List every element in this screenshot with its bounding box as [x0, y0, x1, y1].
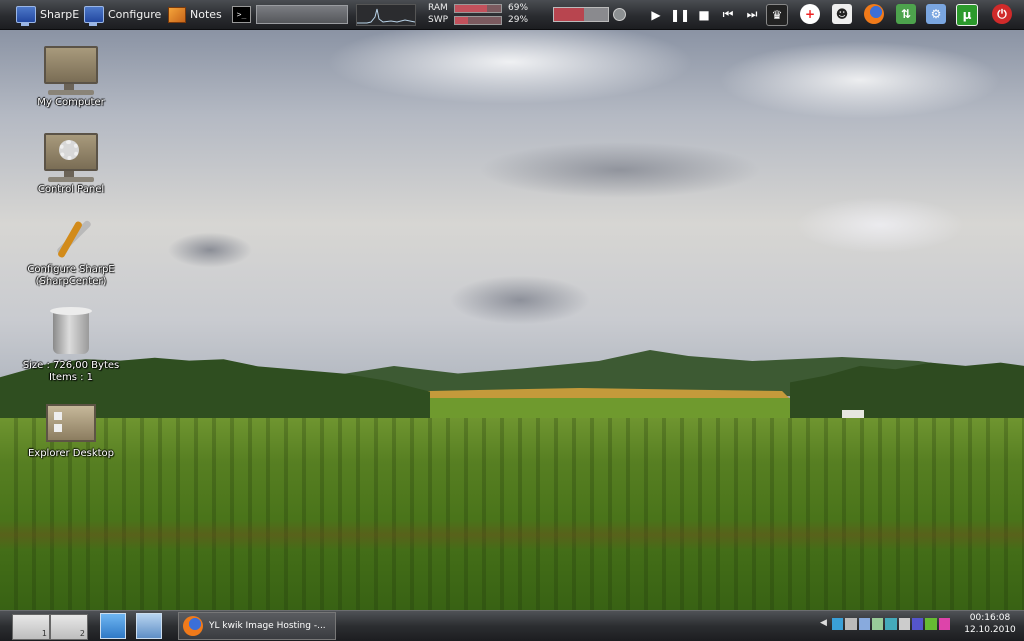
system-tray: [832, 618, 950, 632]
power-icon: ⏻: [997, 6, 1007, 21]
ram-meter: RAM 69%: [428, 3, 528, 13]
trash-icon: [50, 307, 92, 354]
explorer-desktop-icon: [46, 404, 96, 442]
computer-icon: [44, 46, 98, 90]
terminal-icon: >_: [236, 10, 247, 19]
stop-button[interactable]: ■: [694, 0, 714, 29]
pause-button[interactable]: ❚❚: [670, 0, 690, 29]
desktop-icon-control-panel[interactable]: Control Panel: [16, 133, 126, 196]
tray-expand-arrow[interactable]: ◀: [820, 618, 827, 632]
control-panel-icon-base: [48, 177, 94, 182]
tray-icon-app[interactable]: [925, 618, 937, 630]
tray-icon-color[interactable]: [938, 618, 950, 630]
swp-bar-fill: [455, 16, 469, 24]
volume-fill: [554, 8, 584, 21]
sharpe-menu-label: SharpE: [40, 8, 80, 21]
recycle-bin-size: Size : 726,00 Bytes: [22, 360, 120, 371]
task-title: YL kwik Image Hosting -...: [209, 621, 326, 631]
wallpaper-field-rows: [0, 520, 1024, 550]
firefox-icon: [183, 616, 203, 636]
desktop-icon-label: Configure SharpE (SharpCenter): [27, 264, 115, 287]
taskbar-clock[interactable]: 00:16:08 12.10.2010: [962, 612, 1018, 636]
workspace-pager-1[interactable]: 1: [12, 614, 50, 640]
launcher-system-button[interactable]: ⚙: [926, 4, 946, 24]
volume-icon[interactable]: [613, 8, 626, 21]
computer-icon-base: [48, 90, 94, 95]
control-panel-icon: [44, 133, 98, 177]
cpu-graph-line: [357, 8, 416, 24]
workspace-number: 2: [79, 629, 85, 638]
workspace-number: 1: [41, 629, 47, 638]
desktop-icon-explorer-desktop[interactable]: Explorer Desktop: [16, 404, 126, 460]
ghost-icon: ☻: [835, 7, 849, 21]
desktop-icon-recycle-bin[interactable]: Size : 726,00 Bytes Items : 1: [16, 307, 126, 384]
play-button[interactable]: ▶: [646, 0, 666, 29]
tray-icon-sync[interactable]: [858, 618, 870, 630]
tray-icon-bluetooth[interactable]: [845, 618, 857, 630]
terminal-button[interactable]: >_: [232, 6, 251, 23]
tray-icon-clock[interactable]: [885, 618, 897, 630]
monitor-icon: [16, 6, 36, 26]
launcher-network-button[interactable]: ⇅: [896, 4, 916, 24]
system-icon: ⚙: [930, 7, 942, 21]
stop-icon: ■: [698, 7, 710, 22]
power-button[interactable]: ⏻: [992, 4, 1012, 24]
command-input[interactable]: [256, 5, 348, 24]
launcher-torrent-button[interactable]: µ: [956, 4, 978, 26]
workspace-pager-2[interactable]: 2: [50, 614, 88, 640]
ram-bar-fill: [455, 4, 487, 12]
play-icon: ▶: [651, 7, 661, 22]
volume-slider[interactable]: [553, 7, 609, 22]
gear-icon: [59, 140, 79, 160]
top-bar: SharpE Configure Notes >_ RAM 69% SWP 29…: [0, 0, 1024, 30]
monitor-icon: [84, 6, 104, 26]
pause-icon: ❚❚: [669, 7, 691, 22]
tools-icon: [46, 214, 96, 260]
tray-icon-display[interactable]: [898, 618, 910, 630]
swp-bar: [454, 15, 502, 25]
swp-percent: 29%: [508, 15, 529, 25]
media-player-button[interactable]: ♛: [766, 4, 788, 26]
tray-icon-network[interactable]: [832, 618, 844, 630]
desktop-wallpaper: [0, 0, 1024, 640]
screwdriver-icon: [56, 220, 84, 259]
swp-label: SWP: [428, 15, 449, 25]
plus-cross-icon: +: [804, 7, 816, 21]
notes-icon: [168, 6, 186, 23]
next-button[interactable]: ⏭: [742, 0, 762, 29]
tray-icon-monitor[interactable]: [911, 618, 924, 630]
network-icon: ⇅: [900, 7, 912, 21]
desktop-icon-configure-sharpe[interactable]: Configure SharpE (SharpCenter): [16, 214, 126, 288]
ram-label: RAM: [428, 3, 448, 13]
configure-button[interactable]: Configure: [84, 0, 161, 29]
quicklaunch-notepad[interactable]: [100, 613, 126, 639]
ram-bar: [454, 3, 502, 13]
tray-icon-shield[interactable]: [871, 618, 884, 630]
next-icon: ⏭: [746, 7, 758, 21]
quicklaunch-computer[interactable]: [136, 613, 162, 639]
desktop-icon-label: Control Panel: [37, 184, 105, 195]
ram-percent: 69%: [508, 3, 529, 13]
clock-time: 00:16:08: [969, 613, 1011, 623]
desktop-icon-my-computer[interactable]: My Computer: [16, 46, 126, 109]
launcher-aid-button[interactable]: +: [800, 4, 820, 24]
taskbar-task-firefox[interactable]: YL kwik Image Hosting -...: [178, 612, 336, 640]
launcher-ghost-button[interactable]: ☻: [832, 4, 852, 24]
notes-button[interactable]: Notes: [168, 0, 222, 29]
previous-button[interactable]: ⏮: [718, 0, 738, 29]
sharpe-menu-button[interactable]: SharpE: [16, 0, 79, 29]
desktop-icon-label: My Computer: [37, 97, 105, 108]
clock-date: 12.10.2010: [964, 625, 1016, 635]
previous-icon: ⏮: [722, 7, 734, 21]
desktop-icon-label: Explorer Desktop: [27, 448, 115, 459]
cpu-graph: [356, 4, 416, 26]
media-player-icon: ♛: [771, 8, 783, 22]
configure-label: Configure: [108, 8, 162, 21]
launcher-firefox-button[interactable]: [864, 4, 884, 24]
notes-label: Notes: [190, 8, 222, 21]
torrent-icon: µ: [962, 8, 972, 22]
recycle-bin-items: Items : 1: [48, 372, 94, 383]
swap-meter: SWP 29%: [428, 15, 528, 25]
